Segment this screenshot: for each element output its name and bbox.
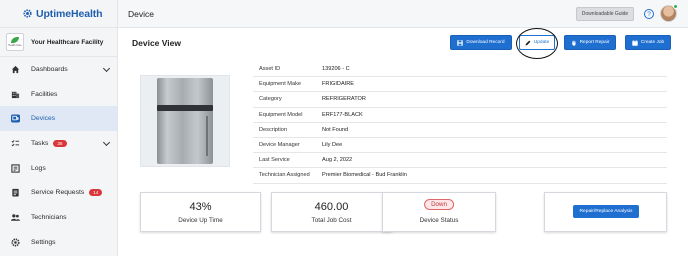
spec-label: Last Service	[259, 157, 290, 164]
spec-label: Equipment Model	[259, 111, 303, 118]
gear-logo-icon	[23, 9, 32, 18]
spec-label: Technician Assigned	[259, 172, 310, 179]
spec-label: Category	[259, 96, 282, 103]
download-record-label: Download Record	[466, 40, 505, 45]
spec-value: ERF177-BLACK	[322, 111, 363, 118]
report-repair-button[interactable]: Report Repair	[564, 35, 616, 50]
create-job-button[interactable]: Create Job	[625, 35, 671, 50]
update-button[interactable]: Update	[519, 35, 555, 50]
spec-row-last-service: Last Service Aug 2, 2022	[253, 153, 667, 169]
top-bar: Device Downloadable Guide ?	[118, 0, 688, 28]
brand-logo[interactable]: UptimeHealth	[0, 0, 117, 28]
facility-logo-text: Health Care	[8, 44, 22, 47]
spec-row-asset-id: Asset ID 139206 - C	[253, 62, 667, 78]
sidebar: UptimeHealth Health Care Your Healthcare…	[0, 0, 118, 256]
devices-icon	[11, 114, 20, 123]
spec-row-technician-assigned: Technician Assigned Premier Biomedical -…	[253, 168, 667, 184]
status-badge: Down	[424, 199, 454, 210]
sidebar-nav: Dashboards Facilities Devices Tasks 36 L…	[0, 57, 117, 255]
spec-value: 139206 - C	[322, 66, 350, 73]
spec-label: Description	[259, 126, 287, 133]
brand-name: UptimeHealth	[36, 7, 103, 20]
chevron-down-icon[interactable]	[102, 139, 111, 147]
create-job-label: Create Job	[640, 40, 665, 45]
job-cost-value: 460.00	[314, 201, 349, 213]
spec-label: Device Manager	[259, 142, 300, 149]
spec-row-equipment-make: Equipment Make FRIGIDAIRE	[253, 77, 667, 93]
sidebar-item-label: Devices	[31, 115, 56, 123]
page-title: Device	[128, 9, 154, 19]
people-icon	[11, 213, 20, 222]
facility-logo: Health Care	[6, 33, 24, 51]
online-status-dot	[673, 4, 678, 9]
sidebar-item-label: Logs	[31, 164, 46, 172]
job-cost-card: 460.00 Total Job Cost	[271, 192, 392, 232]
save-icon	[457, 39, 464, 46]
pencil-icon	[525, 40, 531, 46]
service-requests-count-badge: 14	[89, 189, 103, 197]
device-status-card: Down Device Status	[382, 192, 496, 232]
sidebar-item-devices[interactable]: Devices	[0, 106, 117, 132]
help-icon[interactable]: ?	[644, 9, 654, 19]
refrigerator-image	[157, 78, 213, 164]
logs-icon	[11, 163, 20, 173]
report-repair-label: Report Repair	[579, 40, 610, 45]
spec-value: Aug 2, 2022	[322, 157, 353, 164]
sidebar-item-service-requests[interactable]: Service Requests 14	[0, 180, 117, 205]
sidebar-item-logs[interactable]: Logs	[0, 156, 117, 181]
calendar-icon	[632, 39, 638, 46]
uptime-card: 43% Device Up Time	[140, 192, 261, 232]
spec-value: FRIGIDAIRE	[322, 81, 355, 88]
spec-row-description: Description Not Found	[253, 123, 667, 138]
spec-row-category: Category REFRIGERATOR	[253, 92, 667, 108]
uptime-label: Device Up Time	[178, 217, 223, 224]
analysis-card: Repair/Replace Analysis	[544, 192, 667, 232]
sidebar-item-dashboards[interactable]: Dashboards	[0, 57, 117, 82]
sidebar-item-technicians[interactable]: Technicians	[0, 205, 117, 230]
spec-row-equipment-model: Equipment Model ERF177-BLACK	[253, 108, 667, 123]
sidebar-item-label: Settings	[31, 238, 56, 246]
device-photo	[140, 75, 230, 167]
main-content: Device View Download Record Update Repor…	[118, 28, 688, 256]
sidebar-item-label: Service Requests	[31, 189, 85, 197]
spec-label: Asset ID	[259, 66, 281, 73]
hand-icon	[571, 40, 577, 46]
facility-selector[interactable]: Health Care Your Healthcare Facility	[0, 28, 117, 57]
update-label: Update	[533, 40, 550, 45]
tasks-count-badge: 36	[53, 139, 67, 147]
chevron-down-icon[interactable]	[102, 64, 111, 73]
leaf-icon	[11, 37, 19, 43]
downloadable-guide-button[interactable]: Downloadable Guide	[576, 7, 634, 21]
building-icon	[11, 90, 20, 99]
sidebar-item-label: Tasks	[31, 139, 49, 147]
facility-name: Your Healthcare Facility	[31, 38, 104, 46]
device-specs-table: Asset ID 139206 - C Equipment Make FRIGI…	[253, 62, 667, 184]
device-status-label: Device Status	[419, 217, 459, 224]
tasks-icon	[11, 139, 20, 148]
spec-value: Lily Dee	[322, 142, 343, 149]
home-icon	[11, 65, 20, 74]
spec-label: Equipment Make	[259, 81, 301, 88]
spec-row-device-manager: Device Manager Lily Dee	[253, 138, 667, 154]
download-record-button[interactable]: Download Record	[450, 35, 512, 50]
sidebar-item-tasks[interactable]: Tasks 36	[0, 131, 117, 156]
spec-value: REFRIGERATOR	[322, 96, 366, 103]
sidebar-item-facilities[interactable]: Facilities	[0, 82, 117, 107]
sidebar-item-label: Dashboards	[31, 65, 68, 73]
sidebar-item-label: Facilities	[31, 90, 58, 98]
service-icon	[11, 188, 20, 197]
refrigerator-door-band	[157, 105, 213, 111]
spec-value: Not Found	[322, 126, 349, 133]
job-cost-label: Total Job Cost	[311, 217, 352, 224]
section-title: Device View	[132, 38, 181, 48]
spec-value: Premier Biomedical - Bud Franklin	[322, 172, 407, 179]
sidebar-item-settings[interactable]: Settings	[0, 230, 117, 255]
gear-icon	[11, 238, 20, 247]
sidebar-item-label: Technicians	[31, 213, 67, 221]
refrigerator-handle	[206, 116, 208, 156]
repair-replace-analysis-button[interactable]: Repair/Replace Analysis	[573, 205, 639, 218]
uptime-value: 43%	[189, 201, 212, 213]
